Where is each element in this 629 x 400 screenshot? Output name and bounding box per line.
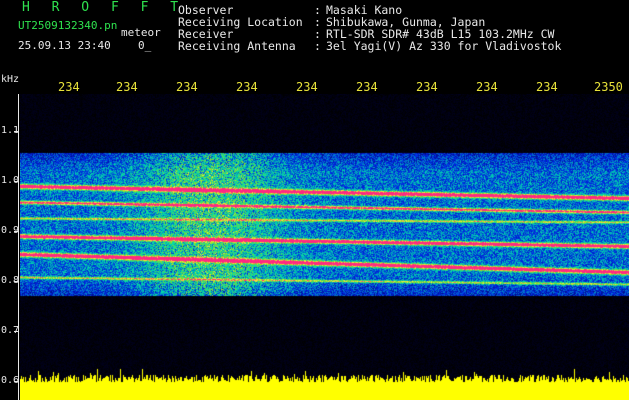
freq-tick-mark [14, 281, 19, 282]
time-tick-label: 2350 [594, 80, 623, 94]
freq-tick-mark [14, 131, 19, 132]
file-name: UT2509132340.pn [18, 19, 118, 32]
time-tick-label: 234 [58, 80, 80, 94]
counter: 0_ [138, 39, 152, 52]
frequency-unit-label: kHz [1, 74, 20, 85]
time-tick-label: 234 [176, 80, 198, 94]
app-title: H R O F F T [22, 0, 186, 15]
time-tick-label: 234 [536, 80, 558, 94]
antenna-colon: : [314, 39, 321, 53]
spectrogram-canvas [20, 94, 629, 400]
antenna-label: Receiving Antenna [178, 39, 296, 53]
freq-tick-mark [14, 231, 19, 232]
time-tick-label: 234 [356, 80, 378, 94]
freq-tick-mark [14, 331, 19, 332]
freq-tick-mark [14, 381, 19, 382]
time-tick-label: 234 [416, 80, 438, 94]
freq-tick-mark [14, 181, 19, 182]
time-tick-label: 234 [476, 80, 498, 94]
antenna-value: 3el Yagi(V) Az 330 for Vladivostok [326, 39, 562, 53]
time-tick-label: 234 [116, 80, 138, 94]
date-time: 25.09.13 23:40 [18, 39, 111, 52]
time-tick-label: 234 [296, 80, 318, 94]
file-suffix: meteor [121, 26, 161, 39]
time-tick-label: 234 [236, 80, 258, 94]
frequency-axis-line [18, 94, 19, 400]
